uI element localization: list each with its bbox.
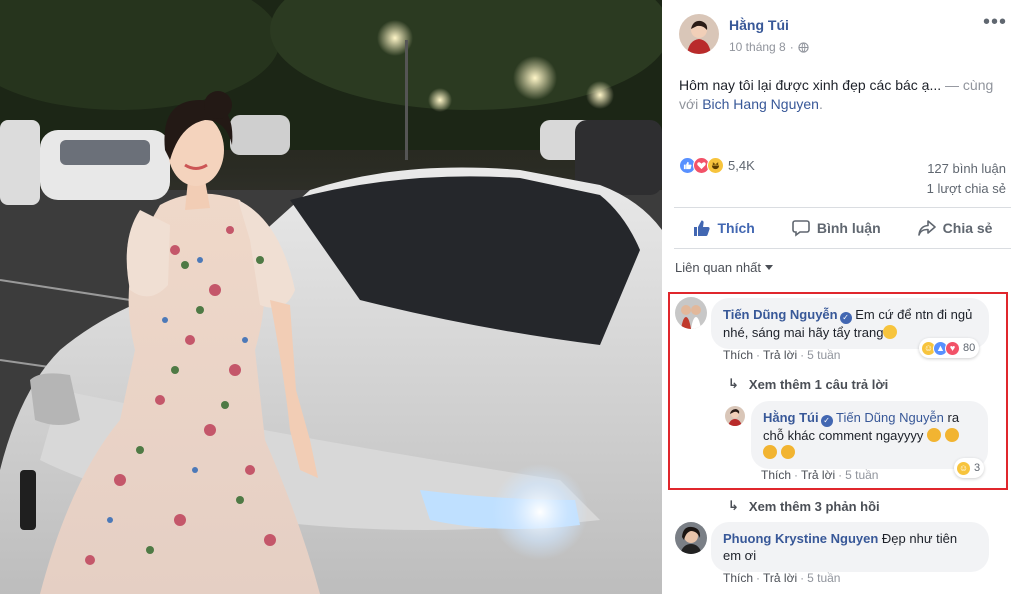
divider bbox=[674, 248, 1011, 249]
commenter-name[interactable]: Phuong Krystine Nguyen bbox=[723, 531, 878, 546]
post-meta: 10 tháng 8 · bbox=[729, 40, 809, 54]
commenter-avatar[interactable] bbox=[725, 406, 745, 426]
post-panel: Hằng Túi 10 tháng 8 · ••• Hôm nay tôi lạ… bbox=[662, 0, 1023, 594]
comments-count[interactable]: 127 bình luận bbox=[927, 159, 1006, 179]
share-icon bbox=[917, 220, 936, 236]
angry-emoji-icon bbox=[944, 428, 959, 442]
comment-reaction-count: 3 bbox=[974, 462, 981, 474]
comment-like-link[interactable]: Thích bbox=[723, 571, 753, 585]
like-button[interactable]: Thích bbox=[693, 219, 755, 237]
post-photo[interactable] bbox=[0, 0, 662, 594]
comment-reaction-count: 80 bbox=[963, 342, 976, 354]
post-reactions[interactable]: 5,4K bbox=[679, 157, 755, 174]
comment-actions: Thích · Trả lời · 5 tuần bbox=[761, 468, 879, 482]
share-button[interactable]: Chia sẻ bbox=[917, 219, 993, 237]
reaction-count[interactable]: 5,4K bbox=[728, 158, 755, 173]
angry-emoji-icon bbox=[927, 428, 942, 442]
photo-scene bbox=[0, 0, 662, 594]
comment-reply-link[interactable]: Trả lời bbox=[801, 468, 835, 482]
comment-label: Bình luận bbox=[816, 220, 881, 236]
comment-reactions[interactable]: ☺ 3 bbox=[954, 458, 985, 478]
share-label: Chia sẻ bbox=[942, 220, 993, 236]
comment-filter-dropdown[interactable]: Liên quan nhất bbox=[675, 260, 774, 275]
post-text: Hôm nay tôi lại được xinh đẹp các bác ạ.… bbox=[679, 76, 1009, 114]
thumbs-up-icon bbox=[693, 220, 710, 236]
reply-bubble: Hằng Túi ✓ Tiến Dũng Nguyễn ra chỗ khác c… bbox=[751, 401, 988, 469]
globe-icon bbox=[798, 41, 809, 53]
post-date[interactable]: 10 tháng 8 bbox=[729, 40, 786, 54]
haha-reaction-icon: ☺ bbox=[956, 460, 971, 476]
angry-emoji-icon bbox=[780, 445, 795, 459]
commenter-name[interactable]: Tiến Dũng Nguyễn bbox=[723, 307, 838, 322]
commenter-avatar[interactable] bbox=[675, 522, 707, 554]
view-more-replies-label: Xem thêm 3 phản hồi bbox=[748, 498, 880, 514]
post-text-end: . bbox=[818, 96, 823, 112]
shares-count[interactable]: 1 lượt chia sẻ bbox=[927, 179, 1006, 199]
commenter-avatar[interactable] bbox=[675, 297, 707, 329]
love-reaction-icon: ♥ bbox=[945, 340, 960, 356]
angry-emoji-icon bbox=[763, 445, 777, 459]
verified-badge-icon: ✓ bbox=[839, 312, 852, 324]
caret-down-icon bbox=[765, 264, 774, 270]
view-more-replies-link[interactable]: ↳ Xem thêm 1 câu trả lời bbox=[728, 376, 888, 392]
author-avatar[interactable] bbox=[679, 14, 719, 54]
comment-time[interactable]: 5 tuần bbox=[807, 348, 840, 362]
comment-like-link[interactable]: Thích bbox=[761, 468, 791, 482]
post-stats: 127 bình luận 1 lượt chia sẻ bbox=[927, 159, 1006, 199]
comment-reply-link[interactable]: Trả lời bbox=[763, 348, 797, 362]
comment-actions: Thích · Trả lời · 5 tuần bbox=[723, 571, 841, 585]
like-label: Thích bbox=[717, 220, 755, 236]
commenter-name[interactable]: Hằng Túi bbox=[763, 410, 819, 425]
comment-reply-link[interactable]: Trả lời bbox=[763, 571, 797, 585]
comment-bubble: Phuong Krystine Nguyen Đẹp như tiên em ơ… bbox=[711, 522, 989, 572]
more-options-icon[interactable]: ••• bbox=[983, 12, 1007, 32]
comment-time[interactable]: 5 tuần bbox=[807, 571, 840, 585]
reply-arrow-icon: ↳ bbox=[728, 376, 739, 391]
post-text-main: Hôm nay tôi lại được xinh đẹp các bác ạ.… bbox=[679, 77, 942, 93]
comment-actions: Thích · Trả lời · 5 tuần bbox=[723, 348, 841, 362]
kiss-emoji-icon bbox=[883, 325, 898, 339]
comment-button[interactable]: Bình luận bbox=[792, 219, 881, 237]
filter-label: Liên quan nhất bbox=[675, 260, 762, 275]
view-more-replies-link[interactable]: ↳ Xem thêm 3 phản hồi bbox=[728, 498, 880, 514]
mention-link[interactable]: Tiến Dũng Nguyễn bbox=[836, 410, 944, 425]
comment-like-link[interactable]: Thích bbox=[723, 348, 753, 362]
post-author-name[interactable]: Hằng Túi bbox=[729, 17, 789, 33]
post-actions-bar: Thích Bình luận Chia sẻ bbox=[674, 210, 1011, 246]
view-more-replies-label: Xem thêm 1 câu trả lời bbox=[748, 376, 889, 392]
reply-arrow-icon: ↳ bbox=[728, 498, 739, 513]
comment-reactions[interactable]: ☺ ▲ ♥ 80 bbox=[919, 338, 980, 358]
divider bbox=[674, 207, 1011, 208]
haha-reaction-icon bbox=[707, 157, 724, 174]
tagged-user-link[interactable]: Bich Hang Nguyen bbox=[702, 96, 819, 112]
comment-time[interactable]: 5 tuần bbox=[845, 468, 878, 482]
comment-icon bbox=[792, 220, 810, 237]
verified-badge-icon: ✓ bbox=[820, 415, 833, 427]
